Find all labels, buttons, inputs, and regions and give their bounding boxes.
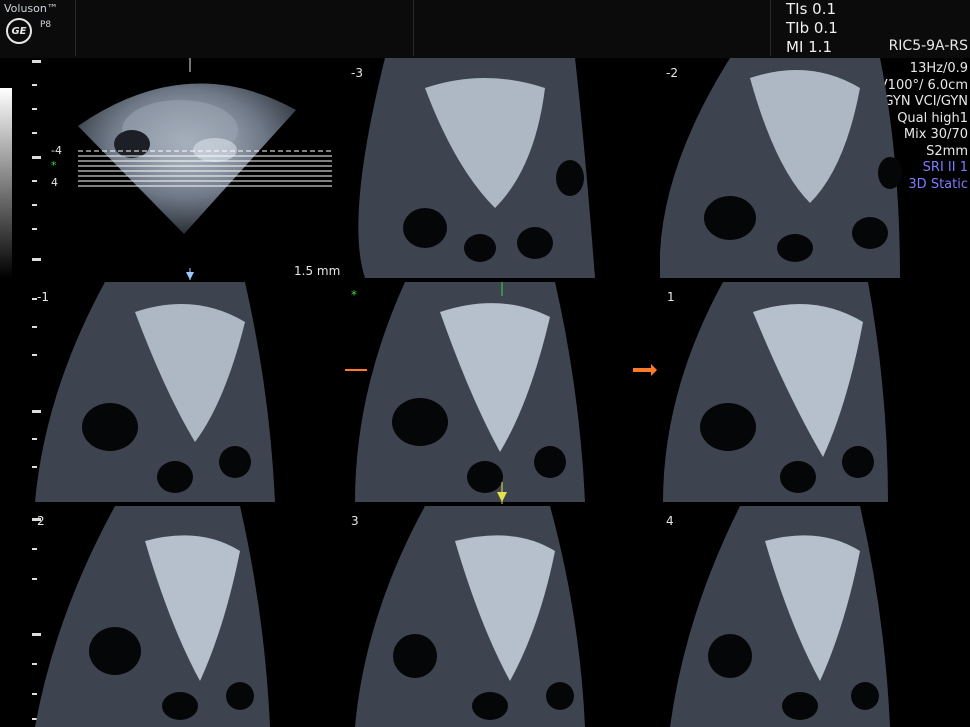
ref-label-top: -4 <box>51 144 62 157</box>
slice-image <box>35 282 275 502</box>
slice-image <box>633 282 888 502</box>
slice-image <box>358 58 595 278</box>
slice-panel: * <box>345 282 620 504</box>
brand-cell: Voluson™ GE P8 <box>0 0 76 56</box>
mi-readout: MI 1.1 <box>786 38 832 56</box>
ref-label-star: * <box>51 159 57 172</box>
tis-readout: TIs 0.1 <box>786 0 837 18</box>
probe-label: RIC5-9A-RS <box>888 38 968 54</box>
slice-image <box>345 282 585 504</box>
slice-panel: 1 <box>633 282 893 504</box>
slice-panel: 4 <box>660 506 910 727</box>
slice-thickness-label: 1.5 mm <box>294 264 341 278</box>
reference-sector-panel <box>60 58 340 280</box>
slice-image <box>355 506 585 727</box>
header-cell-2 <box>413 0 771 56</box>
slice-panel: 2 <box>35 506 310 727</box>
grayscale-bar <box>0 88 12 278</box>
ref-label-bottom: 4 <box>51 176 58 189</box>
slice-panel: -2 <box>660 58 910 280</box>
slice-panel: -3 <box>345 58 620 280</box>
slice-image <box>660 58 902 278</box>
brand-label: Voluson™ <box>4 2 58 15</box>
slice-image <box>35 506 270 727</box>
header-cell-1 <box>75 0 414 56</box>
model-label: P8 <box>40 20 52 30</box>
ge-logo-icon: GE <box>6 18 32 44</box>
slice-panel: 3 <box>345 506 620 727</box>
header-bar: Voluson™ GE P8 TIs 0.1 TIb 0.1 MI 1.1 <box>0 0 970 58</box>
reference-sector-image <box>78 58 332 280</box>
tib-readout: TIb 0.1 <box>786 19 838 37</box>
slice-image <box>670 506 890 727</box>
slice-panel: -1 <box>35 282 310 504</box>
